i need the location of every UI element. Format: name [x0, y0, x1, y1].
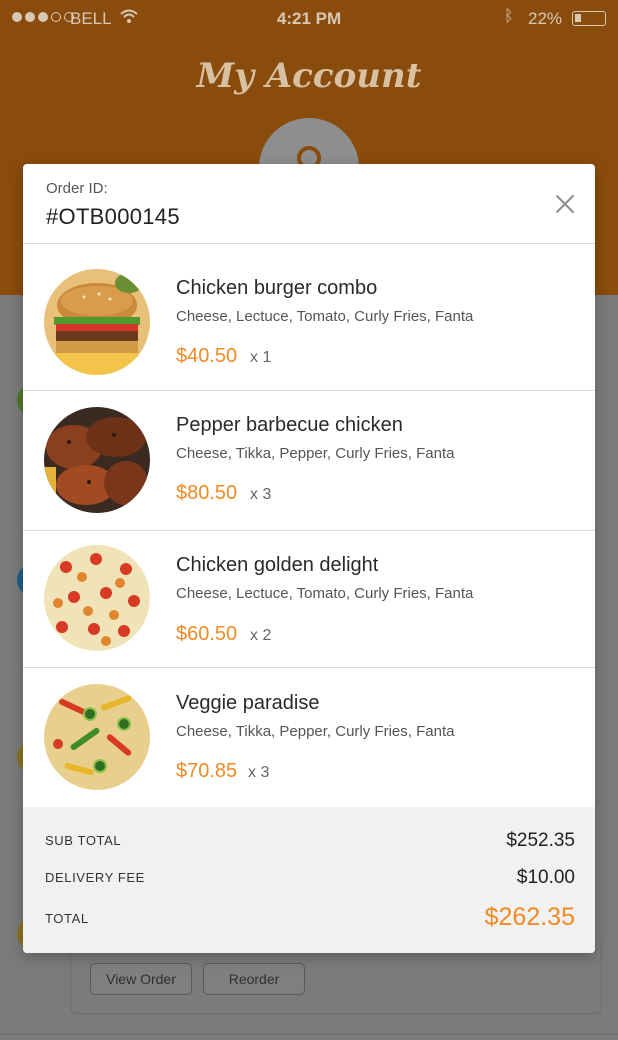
- item-price: $80.50: [176, 482, 238, 504]
- item-name: Veggie paradise: [176, 692, 320, 714]
- total-value: $262.35: [484, 903, 575, 931]
- view-order-button[interactable]: View Order: [90, 963, 192, 995]
- modal-header: Order ID: #OTB000145: [23, 164, 595, 244]
- order-details-modal: Order ID: #OTB000145 Chicken burger comb…: [23, 164, 595, 953]
- item-description: Cheese, Lectuce, Tomato, Curly Fries, Fa…: [176, 585, 474, 602]
- order-item: Pepper barbecue chicken Cheese, Tikka, P…: [23, 391, 595, 531]
- item-name: Chicken burger combo: [176, 277, 378, 299]
- pizza-image: [44, 545, 150, 651]
- reorder-button[interactable]: Reorder: [203, 963, 305, 995]
- item-quantity: x 3: [248, 764, 270, 781]
- burger-image: [44, 269, 150, 375]
- sub-total-label: SUB TOTAL: [45, 833, 122, 848]
- item-price: $70.85: [176, 760, 238, 782]
- order-totals: SUB TOTAL $252.35 DELIVERY FEE $10.00 TO…: [23, 807, 595, 953]
- page-title: My Account: [196, 56, 422, 96]
- item-description: Cheese, Tikka, Pepper, Curly Fries, Fant…: [176, 723, 455, 740]
- divider: [0, 1034, 618, 1035]
- order-item: Chicken burger combo Cheese, Lectuce, To…: [23, 244, 595, 391]
- item-price: $60.50: [176, 623, 238, 645]
- status-bar: BELL 4:21 PM ᛒ 22%: [0, 0, 618, 38]
- battery-icon: [572, 11, 606, 26]
- item-name: Chicken golden delight: [176, 554, 379, 576]
- item-name: Pepper barbecue chicken: [176, 414, 403, 436]
- item-description: Cheese, Lectuce, Tomato, Curly Fries, Fa…: [176, 308, 474, 325]
- close-icon[interactable]: [551, 190, 579, 218]
- clock: 4:21 PM: [276, 9, 342, 28]
- order-id-label: Order ID:: [46, 180, 108, 197]
- veggie-pizza-image: [44, 684, 150, 790]
- order-id: #OTB000145: [46, 204, 180, 229]
- order-item: Veggie paradise Cheese, Tikka, Pepper, C…: [23, 668, 595, 807]
- item-description: Cheese, Tikka, Pepper, Curly Fries, Fant…: [176, 445, 455, 462]
- order-item: Chicken golden delight Cheese, Lectuce, …: [23, 531, 595, 668]
- delivery-fee-value: $10.00: [516, 867, 575, 888]
- bluetooth-icon: ᛒ: [504, 8, 514, 25]
- item-quantity: x 2: [250, 627, 272, 644]
- total-label: TOTAL: [45, 911, 89, 926]
- item-price: $40.50: [176, 345, 238, 367]
- bbq-chicken-image: [44, 407, 150, 513]
- delivery-fee-label: DELIVERY FEE: [45, 870, 145, 885]
- sub-total-value: $252.35: [506, 830, 575, 851]
- item-quantity: x 3: [250, 486, 272, 503]
- battery-percent: 22%: [528, 9, 563, 28]
- item-quantity: x 1: [250, 349, 272, 366]
